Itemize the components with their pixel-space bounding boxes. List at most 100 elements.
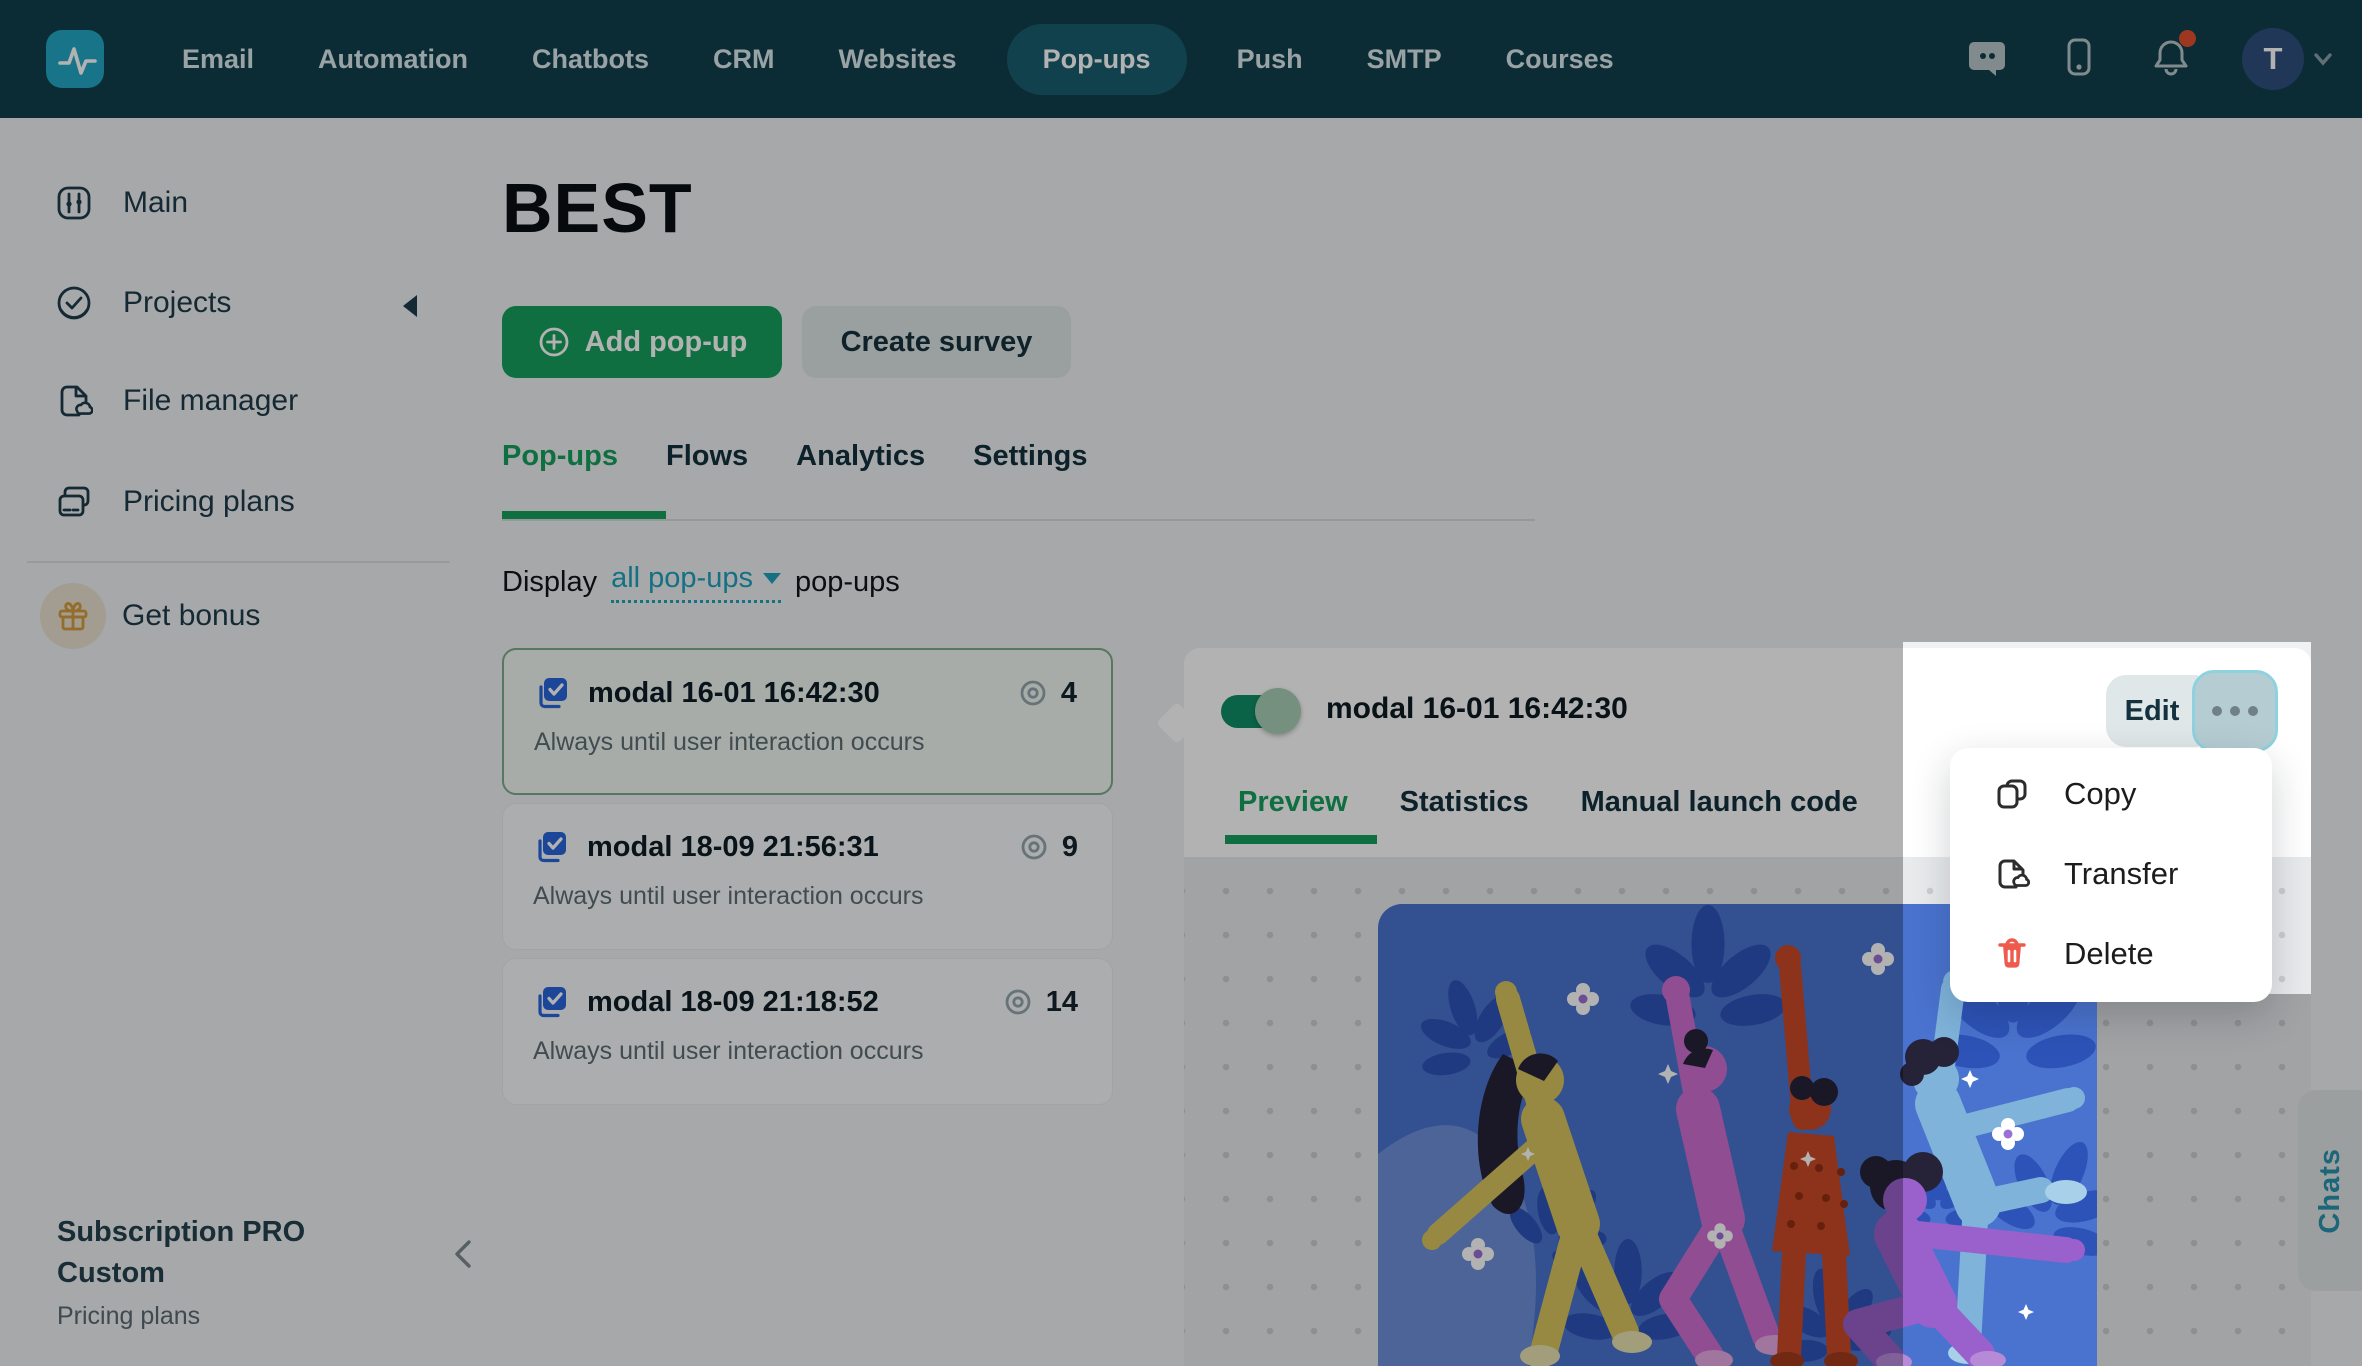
popup-schedule: Always until user interaction occurs xyxy=(533,882,1078,911)
nav-item-smtp[interactable]: SMTP xyxy=(1367,44,1442,75)
ellipsis-icon xyxy=(2248,706,2258,716)
notification-dot xyxy=(2179,30,2196,47)
views-count: 14 xyxy=(1046,986,1078,1019)
tab-settings[interactable]: Settings xyxy=(973,440,1087,473)
page-title: BEST xyxy=(502,168,693,248)
sidebar-item-main[interactable]: Main xyxy=(55,184,188,222)
main-tabs: Pop-ups Flows Analytics Settings xyxy=(502,440,1088,473)
sidebar-item-get-bonus[interactable]: Get bonus xyxy=(40,583,260,649)
nav-item-popups[interactable]: Pop-ups xyxy=(1007,24,1187,95)
views-count: 4 xyxy=(1061,677,1077,710)
menu-item-delete[interactable]: Delete xyxy=(1950,914,2272,994)
sidebar-item-label: File manager xyxy=(123,384,298,418)
views-icon xyxy=(1018,831,1050,863)
tab-statistics[interactable]: Statistics xyxy=(1400,786,1529,819)
subscription-tier: Custom xyxy=(57,1253,305,1294)
cards-icon xyxy=(55,483,93,521)
sidebar-collapse-icon[interactable] xyxy=(450,1236,476,1277)
nav-item-email[interactable]: Email xyxy=(182,44,254,75)
nav-item-courses[interactable]: Courses xyxy=(1506,44,1614,75)
ellipsis-icon xyxy=(2212,706,2222,716)
ellipsis-icon xyxy=(2230,706,2240,716)
display-label: Display xyxy=(502,566,597,599)
avatar[interactable]: T xyxy=(2242,28,2304,90)
nav-item-websites[interactable]: Websites xyxy=(839,44,957,75)
nav-item-automation[interactable]: Automation xyxy=(318,44,468,75)
modal-icon xyxy=(531,983,569,1021)
popup-card[interactable]: modal 18-09 21:18:52 14 Always until use… xyxy=(502,958,1113,1105)
edit-button[interactable]: Edit xyxy=(2106,675,2198,747)
sidebar-item-label: Get bonus xyxy=(122,599,260,633)
chats-side-tab[interactable]: Chats xyxy=(2298,1090,2362,1291)
panel-active-tab-underline xyxy=(1225,835,1377,844)
toggle-knob xyxy=(1255,688,1301,734)
chats-label: Chats xyxy=(2314,1148,2347,1234)
tab-manual-launch-code[interactable]: Manual launch code xyxy=(1581,786,1858,819)
file-cloud-icon xyxy=(55,382,93,420)
trash-icon xyxy=(1994,936,2030,972)
popup-card-selected[interactable]: modal 16-01 16:42:30 4 Always until user… xyxy=(502,648,1113,795)
views-icon xyxy=(1017,677,1049,709)
nav-item-push[interactable]: Push xyxy=(1237,44,1303,75)
popup-title: modal 16-01 16:42:30 xyxy=(588,677,880,710)
filter-value: all pop-ups xyxy=(611,562,753,595)
sidebar-item-label: Projects xyxy=(123,286,231,320)
plus-circle-icon xyxy=(537,325,571,359)
sidebar-item-pricing-plans[interactable]: Pricing plans xyxy=(55,483,295,521)
chevron-down-icon xyxy=(2314,52,2332,66)
views-icon xyxy=(1002,986,1034,1018)
menu-item-copy[interactable]: Copy xyxy=(1950,754,2272,834)
sidebar-item-projects[interactable]: Projects xyxy=(55,284,231,322)
tabs-divider xyxy=(502,519,1535,521)
mobile-icon[interactable] xyxy=(2058,36,2100,83)
tab-analytics[interactable]: Analytics xyxy=(796,440,925,473)
menu-item-label: Transfer xyxy=(2064,856,2178,892)
popup-detail-title: modal 16-01 16:42:30 xyxy=(1326,692,1628,726)
more-options-button[interactable] xyxy=(2192,670,2278,752)
collapse-arrow-icon[interactable] xyxy=(403,295,417,317)
app-root: Email Automation Chatbots CRM Websites P… xyxy=(0,0,2362,1366)
caret-down-icon xyxy=(763,573,781,584)
subscription-link[interactable]: Pricing plans xyxy=(57,1302,305,1331)
display-filter-row: Display all pop-ups pop-ups xyxy=(502,562,900,603)
modal-icon xyxy=(531,828,569,866)
sidebar-item-label: Main xyxy=(123,186,188,220)
popup-title: modal 18-09 21:56:31 xyxy=(587,831,879,864)
tab-popups[interactable]: Pop-ups xyxy=(502,440,618,473)
account-menu[interactable]: T xyxy=(2242,28,2332,90)
modal-icon xyxy=(532,674,570,712)
copy-icon xyxy=(1994,776,2030,812)
popup-title: modal 18-09 21:18:52 xyxy=(587,986,879,1019)
sidebar-divider xyxy=(27,561,450,563)
tab-flows[interactable]: Flows xyxy=(666,440,748,473)
sliders-icon xyxy=(55,184,93,222)
menu-item-label: Delete xyxy=(2064,936,2154,972)
popup-schedule: Always until user interaction occurs xyxy=(534,728,1077,757)
transfer-icon xyxy=(1994,856,2030,892)
nav-right-icons: T xyxy=(1966,28,2332,90)
add-popup-label: Add pop-up xyxy=(585,326,748,359)
popup-actions-menu: Copy Transfer Delete xyxy=(1950,748,2272,1002)
subscription-plan: Subscription PRO xyxy=(57,1212,305,1253)
nav-item-crm[interactable]: CRM xyxy=(713,44,775,75)
bell-icon[interactable] xyxy=(2150,36,2192,83)
menu-item-transfer[interactable]: Transfer xyxy=(1950,834,2272,914)
sidebar-item-label: Pricing plans xyxy=(123,485,295,519)
enabled-toggle[interactable] xyxy=(1221,695,1297,728)
edit-label: Edit xyxy=(2125,695,2180,728)
add-popup-button[interactable]: Add pop-up xyxy=(502,306,782,378)
menu-item-label: Copy xyxy=(2064,776,2136,812)
views-count: 9 xyxy=(1062,831,1078,864)
nav-items: Email Automation Chatbots CRM Websites P… xyxy=(182,24,1614,95)
nav-item-chatbots[interactable]: Chatbots xyxy=(532,44,649,75)
create-survey-button[interactable]: Create survey xyxy=(802,306,1071,378)
chat-bubble-icon[interactable] xyxy=(1966,36,2008,83)
panel-tabs: Preview Statistics Manual launch code xyxy=(1238,786,1858,819)
popup-filter-dropdown[interactable]: all pop-ups xyxy=(611,562,781,603)
sidebar-item-file-manager[interactable]: File manager xyxy=(55,382,298,420)
create-survey-label: Create survey xyxy=(841,326,1033,359)
brand-logo-icon[interactable] xyxy=(46,30,104,88)
subscription-info: Subscription PRO Custom Pricing plans xyxy=(57,1212,305,1331)
popup-card[interactable]: modal 18-09 21:56:31 9 Always until user… xyxy=(502,803,1113,950)
tab-preview[interactable]: Preview xyxy=(1238,786,1348,819)
